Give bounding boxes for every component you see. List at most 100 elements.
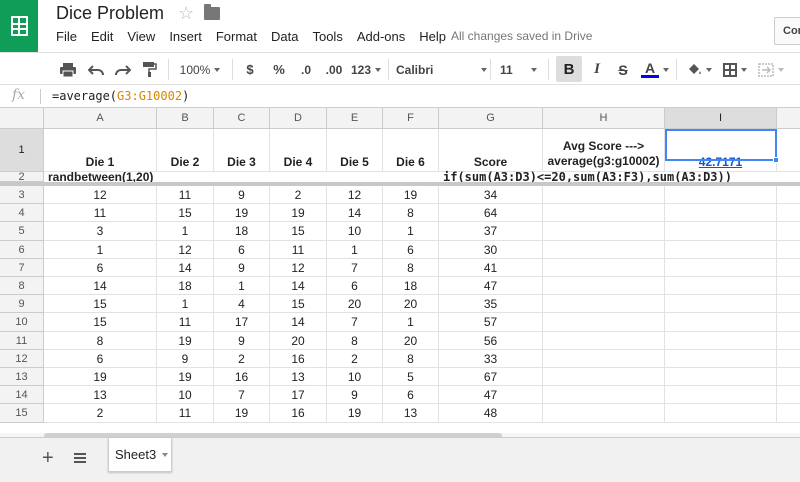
column-header-overflow[interactable]: [777, 108, 800, 129]
cell-g3[interactable]: 34: [439, 186, 543, 204]
zoom-select[interactable]: 100%: [178, 53, 222, 86]
cell-c4[interactable]: 19: [214, 204, 270, 222]
cell-e1[interactable]: Die 5: [327, 129, 383, 172]
cell-i10[interactable]: [665, 313, 777, 332]
borders-button[interactable]: [720, 53, 750, 86]
cell-a12[interactable]: 6: [44, 350, 157, 368]
cell-d10[interactable]: 14: [270, 313, 327, 332]
cell-c13[interactable]: 16: [214, 368, 270, 386]
cell-i3[interactable]: [665, 186, 777, 204]
cell-overflow[interactable]: [777, 222, 800, 241]
select-all-corner[interactable]: [0, 108, 44, 129]
cell-a5[interactable]: 3: [44, 222, 157, 241]
cell-d14[interactable]: 17: [270, 386, 327, 404]
document-title[interactable]: Dice Problem: [56, 3, 164, 24]
sheets-logo[interactable]: [0, 0, 38, 52]
cell-g12[interactable]: 33: [439, 350, 543, 368]
column-header-g[interactable]: G: [439, 108, 543, 129]
cell-i14[interactable]: [665, 386, 777, 404]
cell-b15[interactable]: 11: [157, 404, 214, 423]
row-header-11[interactable]: 11: [0, 332, 44, 350]
cell-e3[interactable]: 12: [327, 186, 383, 204]
cell-a13[interactable]: 19: [44, 368, 157, 386]
currency-format-button[interactable]: $: [242, 53, 258, 86]
cell-f4[interactable]: 8: [383, 204, 439, 222]
cell-h10[interactable]: [543, 313, 665, 332]
row-header-4[interactable]: 4: [0, 204, 44, 222]
font-size-select[interactable]: 11: [500, 53, 540, 86]
cell-overflow[interactable]: [777, 204, 800, 222]
menu-help[interactable]: Help: [419, 29, 446, 44]
cell-a10[interactable]: 15: [44, 313, 157, 332]
sheet-tab[interactable]: Sheet3: [108, 438, 172, 472]
menu-edit[interactable]: Edit: [91, 29, 113, 44]
cell-e11[interactable]: 8: [327, 332, 383, 350]
column-header-i[interactable]: I: [665, 108, 777, 129]
cell-h4[interactable]: [543, 204, 665, 222]
cell-overflow[interactable]: [777, 295, 800, 313]
cell-c5[interactable]: 18: [214, 222, 270, 241]
cell-g2[interactable]: if(sum(A3:D3)<=20,sum(A3:F3),sum(A3:D3)): [439, 170, 800, 184]
row-header-15[interactable]: 15: [0, 404, 44, 423]
row-header-7[interactable]: 7: [0, 259, 44, 277]
comments-button[interactable]: Com: [774, 17, 800, 45]
cell-h5[interactable]: [543, 222, 665, 241]
cell-a8[interactable]: 14: [44, 277, 157, 295]
cell-c11[interactable]: 9: [214, 332, 270, 350]
cell-b8[interactable]: 18: [157, 277, 214, 295]
column-header-d[interactable]: D: [270, 108, 327, 129]
cell-h6[interactable]: [543, 241, 665, 259]
text-color-button[interactable]: A: [640, 53, 670, 86]
cell-a4[interactable]: 11: [44, 204, 157, 222]
cell-i1[interactable]: 42.7171: [665, 129, 777, 172]
cell-b12[interactable]: 9: [157, 350, 214, 368]
cell-e10[interactable]: 7: [327, 313, 383, 332]
cell-i15[interactable]: [665, 404, 777, 423]
cell-overflow[interactable]: [777, 350, 800, 368]
cell-overflow[interactable]: [777, 386, 800, 404]
column-header-b[interactable]: B: [157, 108, 214, 129]
cell-g14[interactable]: 47: [439, 386, 543, 404]
cell-a3[interactable]: 12: [44, 186, 157, 204]
menu-data[interactable]: Data: [271, 29, 298, 44]
cell-j1[interactable]: [777, 129, 800, 172]
cell-i12[interactable]: [665, 350, 777, 368]
cell-i9[interactable]: [665, 295, 777, 313]
cell-f3[interactable]: 19: [383, 186, 439, 204]
decrease-decimals-button[interactable]: .0: [296, 53, 316, 86]
cell-e5[interactable]: 10: [327, 222, 383, 241]
cell-g8[interactable]: 47: [439, 277, 543, 295]
cell-c12[interactable]: 2: [214, 350, 270, 368]
cell-e12[interactable]: 2: [327, 350, 383, 368]
column-header-c[interactable]: C: [214, 108, 270, 129]
cell-a1[interactable]: Die 1: [44, 129, 157, 172]
cell-a7[interactable]: 6: [44, 259, 157, 277]
cell-i7[interactable]: [665, 259, 777, 277]
cell-h7[interactable]: [543, 259, 665, 277]
cell-h13[interactable]: [543, 368, 665, 386]
cell-h15[interactable]: [543, 404, 665, 423]
cell-c1[interactable]: Die 3: [214, 129, 270, 172]
cell-a6[interactable]: 1: [44, 241, 157, 259]
cell-b9[interactable]: 1: [157, 295, 214, 313]
cell-f6[interactable]: 6: [383, 241, 439, 259]
cell-d12[interactable]: 16: [270, 350, 327, 368]
row-header-14[interactable]: 14: [0, 386, 44, 404]
cell-i11[interactable]: [665, 332, 777, 350]
cell-b11[interactable]: 19: [157, 332, 214, 350]
cell-c8[interactable]: 1: [214, 277, 270, 295]
cell-b7[interactable]: 14: [157, 259, 214, 277]
row-header-10[interactable]: 10: [0, 313, 44, 332]
cell-overflow[interactable]: [777, 241, 800, 259]
cell-f5[interactable]: 1: [383, 222, 439, 241]
cell-overflow[interactable]: [777, 368, 800, 386]
cell-c7[interactable]: 9: [214, 259, 270, 277]
menu-file[interactable]: File: [56, 29, 77, 44]
cell-h11[interactable]: [543, 332, 665, 350]
cell-b4[interactable]: 15: [157, 204, 214, 222]
strikethrough-button[interactable]: S: [614, 53, 632, 86]
cell-i8[interactable]: [665, 277, 777, 295]
row-header-9[interactable]: 9: [0, 295, 44, 313]
cell-g4[interactable]: 64: [439, 204, 543, 222]
row-header-3[interactable]: 3: [0, 186, 44, 204]
